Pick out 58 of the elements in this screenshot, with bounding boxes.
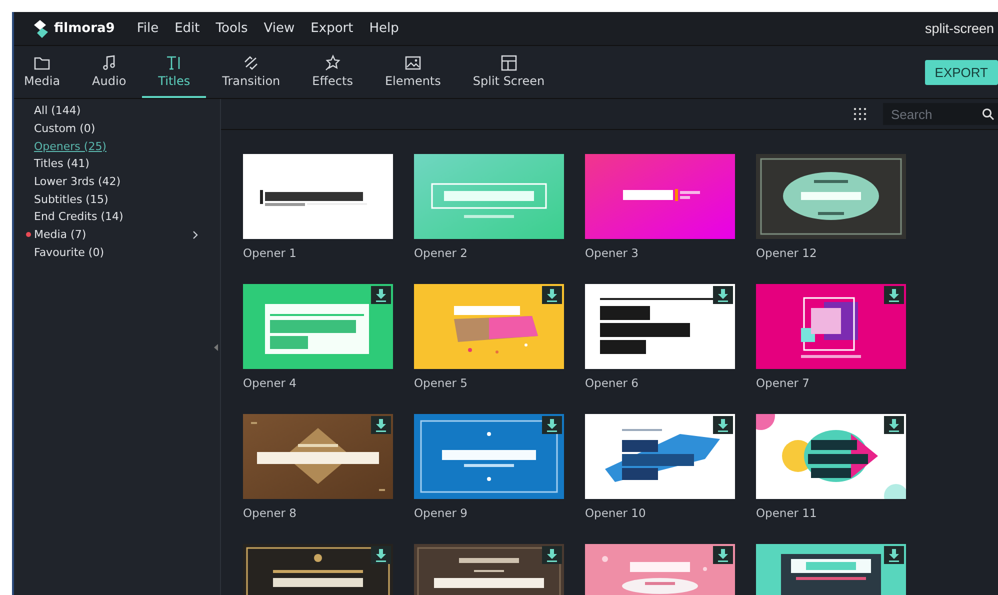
download-icon[interactable] — [371, 416, 391, 434]
menu-item[interactable]: View — [256, 21, 303, 36]
export-button[interactable]: EXPORT — [924, 60, 998, 84]
download-icon[interactable] — [542, 546, 562, 564]
download-icon[interactable] — [371, 546, 391, 564]
toolbar-tab[interactable]: Split Screen — [456, 46, 561, 98]
layout-icon — [500, 54, 518, 72]
collapse-icon[interactable] — [214, 344, 218, 351]
grid-icon[interactable] — [853, 107, 867, 121]
download-icon[interactable] — [713, 286, 733, 304]
template-name: Opener 3 — [585, 246, 640, 260]
download-icon[interactable] — [884, 546, 904, 564]
toolbar-tab[interactable]: Elements — [368, 46, 457, 98]
category-item[interactable]: Lower 3rds (42) — [34, 175, 121, 188]
category-item[interactable]: Openers (25) — [34, 140, 106, 153]
download-icon[interactable] — [542, 286, 562, 304]
app-name: filmora9 — [54, 21, 115, 36]
template-name: Opener 11 — [756, 506, 818, 520]
category-item[interactable]: Favourite (0) — [34, 246, 104, 259]
menu-item[interactable]: Help — [361, 21, 407, 36]
download-icon[interactable] — [713, 546, 733, 564]
category-item[interactable]: All (144) — [34, 104, 81, 118]
template-name: Opener 12 — [756, 246, 818, 260]
category-item[interactable]: Subtitles (15) — [34, 192, 108, 206]
template-name: Opener 7 — [756, 376, 810, 390]
template-name: Opener 10 — [585, 506, 647, 520]
category-item[interactable]: Custom (0) — [34, 122, 96, 136]
project-title: split-screen — [924, 21, 994, 36]
download-icon[interactable] — [884, 416, 904, 434]
search-icon[interactable] — [982, 108, 994, 120]
toolbar-tab[interactable]: Audio — [76, 46, 142, 98]
chevron-icon[interactable] — [193, 230, 198, 239]
download-icon[interactable] — [884, 286, 904, 304]
menu-item[interactable]: Export — [302, 21, 362, 36]
menu-item[interactable]: Edit — [166, 21, 208, 36]
template-name: Opener 8 — [243, 506, 298, 520]
download-icon[interactable] — [713, 416, 733, 434]
arrows-icon — [242, 54, 260, 72]
toolbar-tab[interactable]: Media — [14, 46, 76, 98]
template-name: Opener 6 — [585, 376, 640, 390]
template-name: Opener 4 — [243, 376, 298, 390]
template-name: Opener 5 — [414, 376, 468, 390]
toolbar-tab[interactable]: Effects — [296, 46, 369, 98]
category-item[interactable]: Media (7) — [34, 228, 86, 242]
template-name: Opener 9 — [414, 506, 468, 520]
image-icon — [404, 54, 422, 72]
logo-icon — [34, 20, 50, 38]
menu-item[interactable]: File — [128, 21, 167, 36]
star-icon — [324, 54, 342, 72]
download-icon[interactable] — [371, 286, 391, 304]
category-item[interactable]: Titles (41) — [34, 157, 90, 170]
template-name: Opener 1 — [243, 246, 298, 260]
toolbar-tab[interactable]: Transition — [206, 46, 296, 98]
menu-item[interactable]: Tools — [208, 21, 256, 36]
search-field[interactable]: Search — [883, 103, 998, 125]
category-item[interactable]: End Credits (14) — [34, 210, 124, 224]
download-icon[interactable] — [542, 416, 562, 434]
template-name: Opener 2 — [414, 246, 468, 260]
